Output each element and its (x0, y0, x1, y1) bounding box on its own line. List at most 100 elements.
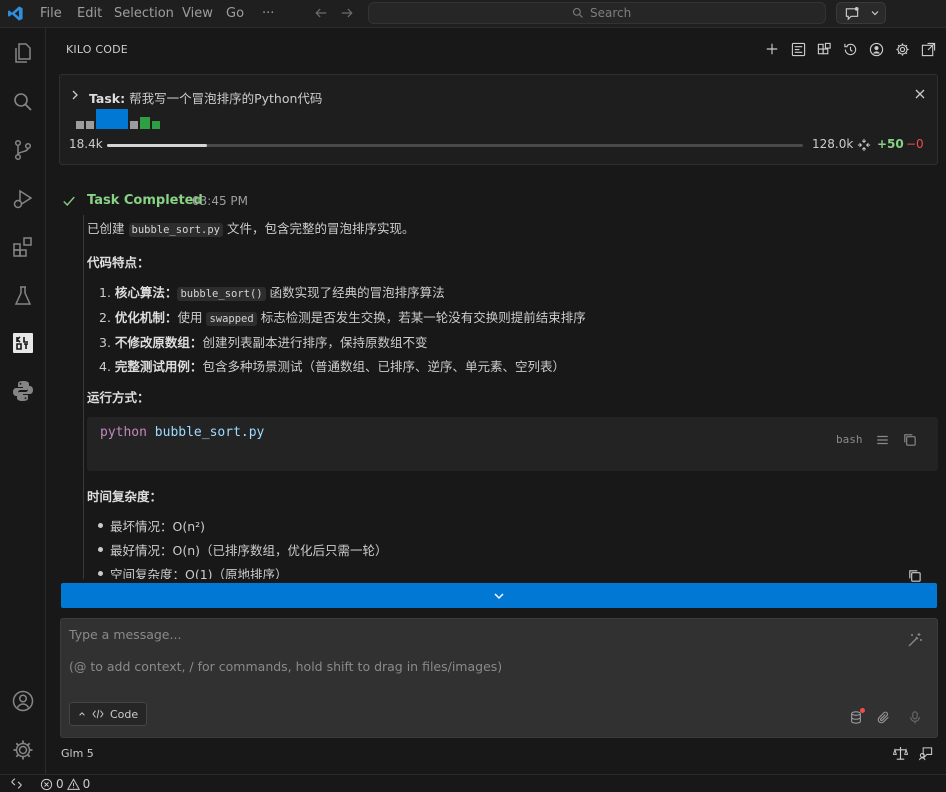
microphone-icon[interactable] (906, 708, 924, 726)
feature-text: 包含多种场景测试（普通数组、已排序、逆序、单元素、空列表） (202, 359, 565, 374)
message-body: 已创建 bubble_sort.py 文件，包含完整的冒泡排序实现。 代码特点：… (83, 215, 938, 579)
search-icon[interactable] (10, 89, 36, 115)
scroll-to-bottom-button[interactable] (61, 583, 937, 608)
ctx-block-tools (86, 121, 94, 129)
chat-toggle-button[interactable] (836, 2, 886, 24)
plus-icon[interactable] (763, 40, 781, 58)
code-block: python bubble_sort.py bash (87, 417, 938, 471)
task-title[interactable]: Task: 帮我写一个冒泡排序的Python代码 (89, 88, 322, 107)
back-arrow-icon[interactable] (314, 6, 328, 20)
profile-icon[interactable] (867, 40, 885, 58)
settings-gear-icon[interactable] (10, 737, 36, 763)
bullet (98, 547, 103, 552)
task-completed-label: Task Completed (87, 193, 203, 208)
menu-selection[interactable]: Selection (114, 6, 174, 21)
menu-edit[interactable]: Edit (77, 6, 102, 21)
bullet (98, 523, 103, 528)
chat-icon (844, 6, 860, 21)
menu-file[interactable]: File (40, 6, 62, 21)
bullet (98, 571, 103, 576)
account-icon[interactable] (10, 688, 36, 714)
list-number: 3. (99, 335, 111, 350)
enhance-prompt-icon[interactable] (906, 631, 924, 649)
inline-code: swapped (206, 312, 257, 326)
extensions-icon[interactable] (10, 234, 36, 260)
complexity-text: 空间复杂度：O(1)（原地排序） (110, 567, 288, 579)
activity-bar (0, 28, 46, 774)
task-title-text: 帮我写一个冒泡排序的Python代码 (129, 91, 323, 106)
error-icon (40, 778, 53, 791)
condense-icon[interactable] (857, 138, 871, 152)
feedback-icon[interactable] (918, 746, 934, 761)
mode-selector-button[interactable]: Code (69, 702, 148, 726)
context-progress-bar (107, 144, 803, 147)
history-icon[interactable] (841, 40, 859, 58)
wrap-lines-icon[interactable] (875, 433, 890, 447)
code-text[interactable]: python bubble_sort.py (100, 425, 264, 440)
copy-message-icon[interactable] (907, 568, 922, 583)
settings-icon[interactable] (893, 40, 911, 58)
ctx-block-messages (96, 109, 128, 129)
files-icon[interactable] (10, 40, 36, 66)
feature-pre: 使用 (177, 310, 203, 325)
panel-title: KILO CODE (66, 43, 128, 56)
list-item: 3. 不修改原数组：创建列表副本进行排序，保持原数组不变 (99, 332, 427, 351)
attach-icon[interactable] (875, 708, 893, 726)
chevron-down-icon (493, 590, 505, 602)
python-icon[interactable] (10, 378, 36, 404)
chat-messages: Task Completed 03:45 PM 已创建 bubble_sort.… (47, 183, 946, 579)
modes-icon[interactable] (815, 40, 833, 58)
code-command: python (100, 425, 147, 440)
scale-icon[interactable] (893, 746, 908, 761)
list-number: 4. (99, 359, 111, 374)
remote-icon[interactable] (10, 777, 23, 790)
popout-icon[interactable] (919, 40, 937, 58)
kilo-code-panel: KILO CODE Task: 帮我写一个冒泡排序的Python代码 18.4k… (47, 28, 946, 774)
complexity-text: 最坏情况：O(n²) (110, 519, 206, 534)
error-count: 0 (56, 777, 64, 791)
source-control-icon[interactable] (10, 137, 36, 163)
status-bar: 0 0 (0, 774, 946, 792)
inline-code: bubble_sort() (177, 287, 266, 301)
code-language: bash (836, 433, 863, 446)
lines-added: +50 (877, 137, 904, 151)
intro-line: 已创建 bubble_sort.py 文件，包含完整的冒泡排序实现。 (87, 218, 415, 237)
input-placeholder: Type a message... (69, 627, 182, 642)
ctx-block-reserve (152, 121, 160, 129)
list-item: 4. 完整测试用例：包含多种场景测试（普通数组、已排序、逆序、单元素、空列表） (99, 356, 565, 375)
menu-more[interactable]: ··· (262, 6, 274, 21)
model-name[interactable]: Glm 5 (61, 747, 94, 760)
kilo-code-icon[interactable] (10, 330, 36, 356)
run-debug-icon[interactable] (10, 186, 36, 212)
message-input[interactable]: Type a message... (@ to add context, / f… (60, 618, 938, 738)
menu-view[interactable]: View (182, 6, 213, 21)
vscode-logo-icon (7, 5, 24, 22)
close-icon[interactable] (914, 88, 926, 100)
chevron-up-icon (78, 710, 86, 718)
feature-text: 标志检测是否发生交换，若某一轮没有交换则提前结束排序 (260, 310, 586, 325)
menu-go[interactable]: Go (226, 6, 244, 21)
api-config-icon[interactable] (847, 708, 865, 726)
testing-icon[interactable] (10, 283, 36, 309)
task-label: Task: (89, 91, 126, 106)
intro-prefix: 已创建 (87, 221, 125, 236)
message-time: 03:45 PM (192, 194, 248, 208)
command-center-search[interactable]: Search (368, 2, 826, 24)
chevron-right-icon[interactable] (69, 89, 81, 101)
inline-code-filename: bubble_sort.py (128, 223, 224, 237)
chevron-down-icon (870, 7, 880, 19)
complexity-text: 最好情况：O(n)（已排序数组，优化后只需一轮） (110, 543, 388, 558)
warning-count: 0 (82, 777, 91, 791)
task-header: Task: 帮我写一个冒泡排序的Python代码 18.4k 128.0k +5… (59, 74, 938, 165)
feature-text: 创建列表副本进行排序，保持原数组不变 (202, 335, 428, 350)
features-heading: 代码特点： (87, 255, 150, 270)
problems-indicator[interactable]: 0 0 (40, 777, 90, 791)
warning-icon (66, 777, 80, 791)
title-bar: File Edit Selection View Go ··· Search (0, 0, 946, 28)
tokens-max: 128.0k (812, 137, 854, 151)
mcp-icon[interactable] (789, 40, 807, 58)
forward-arrow-icon[interactable] (340, 6, 354, 20)
mode-label: Code (110, 707, 139, 721)
feature-title: 优化机制： (114, 310, 178, 325)
copy-icon[interactable] (902, 432, 917, 447)
